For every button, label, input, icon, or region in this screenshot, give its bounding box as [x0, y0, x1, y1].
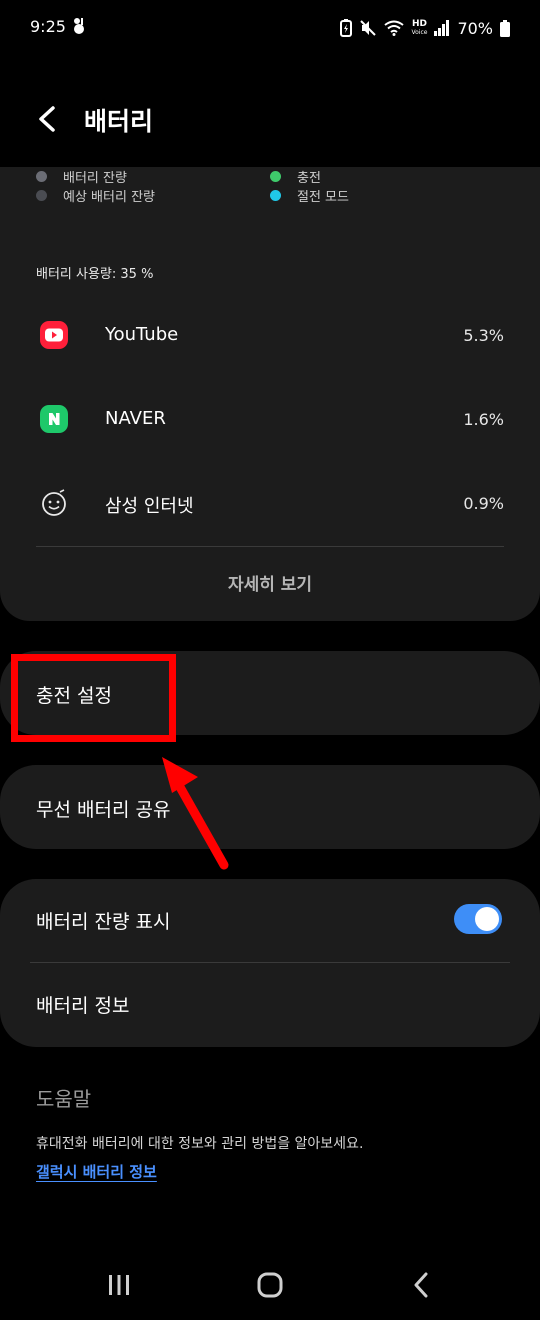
- status-time: 9:25: [30, 17, 66, 36]
- legend-item-estimated: 예상 배터리 잔량: [36, 186, 155, 205]
- app-usage-value: 5.3%: [463, 326, 504, 345]
- toggle-knob: [475, 907, 499, 931]
- setting-label: 충전 설정: [36, 685, 112, 707]
- recent-apps-button[interactable]: [99, 1270, 139, 1300]
- status-icons: HD Voice 70%: [340, 16, 510, 40]
- app-name: 삼성 인터넷: [105, 496, 194, 517]
- charging-settings-item[interactable]: 충전 설정: [0, 651, 540, 735]
- app-name: NAVER: [105, 408, 166, 429]
- notification-icon: [70, 16, 88, 36]
- view-details-button[interactable]: 자세히 보기: [0, 557, 540, 607]
- legend-dot: [270, 190, 281, 201]
- app-usage-value: 1.6%: [463, 410, 504, 429]
- navigation-bar: [0, 1250, 540, 1320]
- back-nav-icon: [414, 1272, 428, 1298]
- battery-options-group: 배터리 잔량 표시 배터리 정보: [0, 879, 540, 1047]
- battery-usage-title: 배터리 사용량: 35 %: [36, 267, 154, 282]
- app-usage-row-naver[interactable]: NAVER 1.6%: [0, 379, 540, 463]
- app-usage-value: 0.9%: [463, 494, 504, 513]
- status-bar: 9:25 HD Voice 70%: [0, 0, 540, 56]
- setting-label: 무선 배터리 공유: [36, 799, 171, 821]
- battery-usage-card: 배터리 잔량 예상 배터리 잔량 충전 절전 모드 배터리 사용량: 35 % …: [0, 167, 540, 621]
- battery-info-item[interactable]: 배터리 정보: [0, 963, 540, 1047]
- home-button[interactable]: [250, 1270, 290, 1300]
- wireless-battery-share-item[interactable]: 무선 배터리 공유: [0, 765, 540, 849]
- home-icon: [257, 1272, 283, 1298]
- legend-item-power-saving: 절전 모드: [270, 186, 349, 205]
- legend-dot: [36, 190, 47, 201]
- help-title: 도움말: [36, 1087, 92, 1111]
- naver-icon: [40, 405, 68, 433]
- show-battery-percentage-item[interactable]: 배터리 잔량 표시: [0, 879, 540, 963]
- legend-item-charging: 충전: [270, 167, 321, 186]
- samsung-internet-icon: [40, 489, 68, 517]
- legend-dot: [270, 171, 281, 182]
- app-name: YouTube: [105, 324, 179, 345]
- setting-label: 배터리 정보: [36, 995, 130, 1017]
- battery-percentage: 70%: [457, 18, 493, 38]
- legend-dot: [36, 171, 47, 182]
- wifi-icon: [384, 20, 405, 36]
- back-button[interactable]: [30, 102, 64, 136]
- galaxy-battery-info-link[interactable]: 갤럭시 배터리 정보: [36, 1161, 157, 1182]
- divider: [36, 546, 504, 547]
- app-header: 배터리: [0, 84, 540, 154]
- help-description: 휴대전화 배터리에 대한 정보와 관리 방법을 알아보세요.: [36, 1136, 364, 1152]
- back-nav-button[interactable]: [401, 1270, 441, 1300]
- youtube-icon: [40, 321, 68, 349]
- setting-label: 배터리 잔량 표시: [36, 911, 171, 933]
- battery-icon: [500, 19, 510, 37]
- app-usage-row-youtube[interactable]: YouTube 5.3%: [0, 295, 540, 379]
- battery-percentage-toggle[interactable]: [454, 904, 502, 934]
- legend-item-remaining: 배터리 잔량: [36, 167, 127, 186]
- chevron-left-icon: [39, 106, 55, 132]
- mute-icon: [359, 19, 377, 37]
- recent-apps-icon: [109, 1275, 129, 1295]
- signal-icon: [434, 20, 450, 36]
- hd-voice-icon: HD Voice: [411, 19, 428, 37]
- app-usage-row-samsung-internet[interactable]: 삼성 인터넷 0.9%: [0, 463, 540, 547]
- battery-saver-icon: [340, 19, 353, 37]
- page-title: 배터리: [84, 107, 154, 136]
